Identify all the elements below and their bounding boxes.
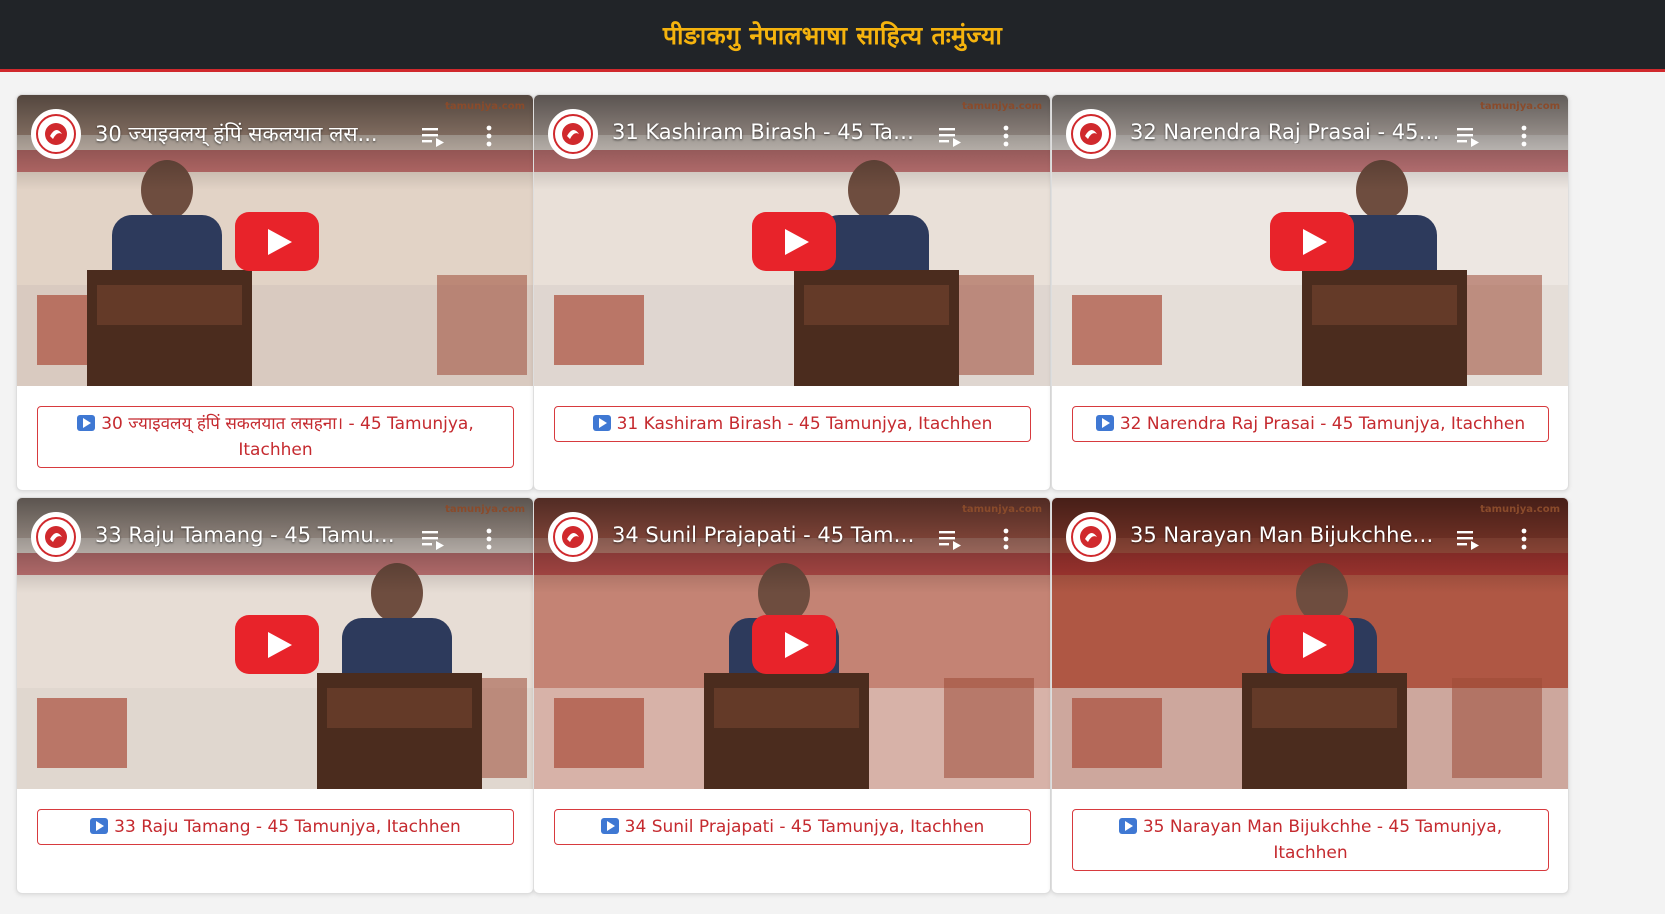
more-vert-icon[interactable] [485, 528, 493, 550]
watermark-text: tamunjya.com [962, 101, 1042, 112]
video-link-label: 30 ज्याइवलय् हंपिं सकलयात लसहना। - 45 Ta… [101, 414, 474, 460]
playlist-add-icon[interactable] [421, 125, 445, 147]
channel-logo-icon[interactable] [548, 512, 598, 562]
video-link-button[interactable]: 31 Kashiram Birash - 45 Tamunjya, Itachh… [554, 406, 1031, 442]
video-card: tamunjya.com 32 Narendra Raj Prasai - 45… [1051, 94, 1569, 491]
video-link-label: 34 Sunil Prajapati - 45 Tamunjya, Itachh… [624, 817, 985, 837]
play-square-icon [77, 415, 96, 431]
play-icon[interactable] [752, 212, 836, 271]
watermark-text: tamunjya.com [1480, 101, 1560, 112]
more-vert-icon[interactable] [1002, 528, 1010, 550]
channel-logo-icon[interactable] [31, 109, 81, 159]
play-icon[interactable] [235, 212, 319, 271]
play-icon[interactable] [235, 615, 319, 674]
playlist-add-icon[interactable] [938, 125, 962, 147]
play-icon[interactable] [752, 615, 836, 674]
play-square-icon [592, 415, 611, 431]
video-card: tamunjya.com 33 Raju Tamang - 45 Tamunj.… [16, 497, 534, 894]
video-player[interactable]: tamunjya.com 35 Narayan Man Bijukchhe - … [1052, 498, 1568, 789]
play-icon[interactable] [1270, 212, 1354, 271]
channel-logo-icon[interactable] [548, 109, 598, 159]
video-link-button[interactable]: 30 ज्याइवलय् हंपिं सकलयात लसहना। - 45 Ta… [37, 406, 514, 468]
video-link-button[interactable]: 32 Narendra Raj Prasai - 45 Tamunjya, It… [1072, 406, 1549, 442]
video-title[interactable]: 35 Narayan Man Bijukchhe - ... [1130, 523, 1440, 547]
video-card: tamunjya.com 34 Sunil Prajapati - 45 Tam… [533, 497, 1051, 894]
video-link-button[interactable]: 33 Raju Tamang - 45 Tamunjya, Itachhen [37, 809, 514, 845]
watermark-text: tamunjya.com [962, 504, 1042, 515]
video-link-label: 35 Narayan Man Bijukchhe - 45 Tamunjya, … [1142, 817, 1503, 863]
video-card: tamunjya.com 30 ज्याइवलय् हंपिं सकलयात ल… [16, 94, 534, 491]
video-card: tamunjya.com 35 Narayan Man Bijukchhe - … [1051, 497, 1569, 894]
page-title: पीङाकगु नेपालभाषा साहित्य तःमुंज्या [662, 20, 1003, 50]
channel-logo-icon[interactable] [1066, 512, 1116, 562]
play-square-icon [90, 818, 109, 834]
video-player[interactable]: tamunjya.com 31 Kashiram Birash - 45 Tam… [534, 95, 1050, 386]
video-link-label: 33 Raju Tamang - 45 Tamunjya, Itachhen [114, 817, 461, 837]
video-link-button[interactable]: 35 Narayan Man Bijukchhe - 45 Tamunjya, … [1072, 809, 1549, 871]
more-vert-icon[interactable] [1002, 125, 1010, 147]
video-title[interactable]: 32 Narendra Raj Prasai - 45 T... [1130, 120, 1440, 144]
video-title[interactable]: 34 Sunil Prajapati - 45 Tamu... [612, 523, 922, 547]
video-link-label: 32 Narendra Raj Prasai - 45 Tamunjya, It… [1119, 414, 1526, 434]
video-title[interactable]: 30 ज्याइवलय् हंपिं सकलयात लस... [95, 120, 405, 148]
playlist-add-icon[interactable] [938, 528, 962, 550]
more-vert-icon[interactable] [1520, 125, 1528, 147]
video-title[interactable]: 33 Raju Tamang - 45 Tamunj... [95, 523, 405, 547]
watermark-text: tamunjya.com [1480, 504, 1560, 515]
playlist-add-icon[interactable] [1456, 528, 1480, 550]
play-square-icon [1118, 818, 1137, 834]
channel-logo-icon[interactable] [31, 512, 81, 562]
video-player[interactable]: tamunjya.com 34 Sunil Prajapati - 45 Tam… [534, 498, 1050, 789]
video-player[interactable]: tamunjya.com 32 Narendra Raj Prasai - 45… [1052, 95, 1568, 386]
playlist-add-icon[interactable] [1456, 125, 1480, 147]
video-card: tamunjya.com 31 Kashiram Birash - 45 Tam… [533, 94, 1051, 491]
channel-logo-icon[interactable] [1066, 109, 1116, 159]
play-square-icon [600, 818, 619, 834]
video-player[interactable]: tamunjya.com 30 ज्याइवलय् हंपिं सकलयात ल… [17, 95, 533, 386]
video-title[interactable]: 31 Kashiram Birash - 45 Tam... [612, 120, 922, 144]
play-icon[interactable] [1270, 615, 1354, 674]
more-vert-icon[interactable] [485, 125, 493, 147]
watermark-text: tamunjya.com [445, 101, 525, 112]
video-player[interactable]: tamunjya.com 33 Raju Tamang - 45 Tamunj.… [17, 498, 533, 789]
play-square-icon [1095, 415, 1114, 431]
video-link-button[interactable]: 34 Sunil Prajapati - 45 Tamunjya, Itachh… [554, 809, 1031, 845]
watermark-text: tamunjya.com [445, 504, 525, 515]
playlist-add-icon[interactable] [421, 528, 445, 550]
video-link-label: 31 Kashiram Birash - 45 Tamunjya, Itachh… [616, 414, 993, 434]
more-vert-icon[interactable] [1520, 528, 1528, 550]
page-header: पीङाकगु नेपालभाषा साहित्य तःमुंज्या [0, 0, 1665, 72]
